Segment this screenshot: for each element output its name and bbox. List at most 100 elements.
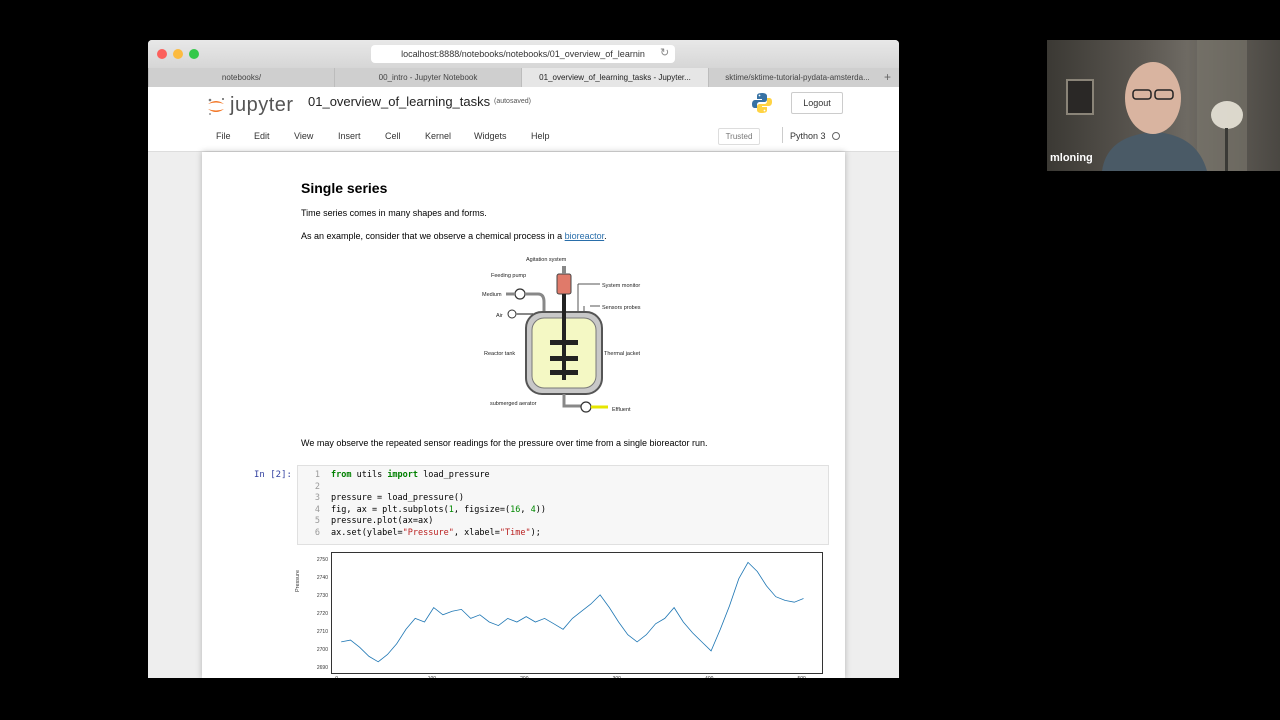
menu-bar: File Edit View Insert Cell Kernel Widget… — [148, 125, 899, 151]
label-medium: Medium — [482, 292, 502, 298]
address-bar[interactable]: localhost:8888/notebooks/notebooks/01_ov… — [371, 45, 675, 63]
label-reactor: Reactor tank — [484, 351, 515, 357]
kernel-separator — [782, 127, 783, 143]
pressure-chart — [341, 561, 804, 663]
effluent-pump-shape — [580, 401, 592, 413]
paragraph-example: As an example, consider that we observe … — [301, 231, 607, 241]
title-bar: localhost:8888/notebooks/notebooks/01_ov… — [148, 40, 899, 68]
code-line[interactable]: 5 pressure.plot(ax=ax) — [298, 516, 828, 528]
line-number: 6 — [314, 527, 320, 538]
code-line[interactable]: 4 fig, ax = plt.subplots(1, figsize=(16, … — [298, 505, 828, 517]
code-line[interactable]: 6 ax.set(ylabel="Pressure", xlabel="Time"… — [298, 528, 828, 540]
impeller-middle — [550, 356, 578, 361]
code-token: ax.set(ylabel= — [331, 527, 403, 538]
code-line[interactable]: 3 pressure = load_pressure() — [298, 493, 828, 505]
code-line[interactable]: 1 from utils import load_pressure — [298, 470, 828, 482]
y-tick-label: 2700 — [316, 646, 328, 653]
pressure-plot — [331, 552, 823, 674]
code-token: from — [331, 470, 352, 480]
impeller-top — [550, 340, 578, 345]
code-line[interactable]: 2 — [298, 482, 828, 494]
label-feeding: Feeding pump — [491, 273, 526, 279]
paragraph-pressure: We may observe the repeated sensor readi… — [301, 438, 708, 448]
line-number: 2 — [314, 481, 320, 492]
x-tick-label: 300 — [613, 676, 621, 678]
notebook-page: Single series Time series comes in many … — [202, 152, 845, 678]
code-token: , xlabel= — [453, 527, 500, 538]
y-tick-label: 2690 — [316, 665, 328, 671]
jupyter-swirl-icon — [208, 98, 224, 115]
notebook-name[interactable]: 01_overview_of_learning_tasks — [308, 94, 490, 109]
section-heading: Single series — [301, 180, 388, 196]
menu-view[interactable]: View — [294, 131, 313, 141]
kernel-name[interactable]: Python 3 — [790, 131, 826, 141]
line-number: 3 — [314, 493, 320, 503]
maximize-window-button[interactable] — [189, 49, 199, 59]
menu-file[interactable]: File — [216, 131, 231, 141]
line-number: 4 — [314, 504, 320, 515]
air-valve-shape — [507, 309, 517, 319]
paragraph-intro: Time series comes in many shapes and for… — [301, 208, 487, 218]
tab-sktime[interactable]: sktime/sktime-tutorial-pydata-amsterda..… — [708, 68, 886, 87]
menu-kernel[interactable]: Kernel — [425, 131, 451, 141]
motor-shape — [556, 273, 572, 295]
kernel-status-icon — [832, 132, 840, 140]
y-tick-label: 2730 — [316, 592, 328, 599]
menu-help[interactable]: Help — [531, 131, 550, 141]
code-token: pressure.plot(ax=ax) — [331, 516, 434, 526]
paragraph-example-end: . — [604, 231, 607, 241]
menu-widgets[interactable]: Widgets — [474, 131, 507, 141]
x-tick-label: 400 — [705, 676, 713, 678]
menu-edit[interactable]: Edit — [254, 131, 270, 141]
menu-cell[interactable]: Cell — [385, 131, 401, 141]
pressure-series-line — [341, 561, 804, 663]
code-token: load_pressure — [418, 470, 490, 480]
motor-cap — [562, 266, 566, 274]
trusted-badge[interactable]: Trusted — [718, 128, 760, 145]
code-text: pressure.plot(ax=ax) — [331, 516, 433, 528]
tab-overview[interactable]: 01_overview_of_learning_tasks - Jupyter.… — [521, 68, 708, 87]
y-tick-label: 2710 — [316, 628, 328, 635]
logout-button[interactable]: Logout — [791, 92, 843, 114]
code-token: "Pressure" — [402, 527, 454, 538]
line-number: 5 — [314, 516, 320, 526]
label-system-monitor: System monitor — [602, 283, 640, 289]
code-token: )) — [535, 504, 546, 515]
tab-notebooks[interactable]: notebooks/ — [148, 68, 334, 87]
jupyter-header: jupyter 01_overview_of_learning_tasks (a… — [148, 87, 899, 152]
tab-bar: notebooks/ 00_intro - Jupyter Notebook 0… — [148, 68, 899, 88]
code-token: pressure = load_pressure() — [331, 493, 465, 503]
code-token: fig, ax = plt.subplots( — [331, 504, 449, 515]
jupyter-wordmark: jupyter — [230, 94, 294, 116]
python-logo-icon — [752, 93, 772, 113]
y-tick-label: 2750 — [316, 556, 328, 563]
code-text: fig, ax = plt.subplots(1, figsize=(16, 4… — [331, 505, 546, 517]
y-tick-label: 2720 — [316, 610, 328, 617]
minimize-window-button[interactable] — [173, 49, 183, 59]
new-tab-icon[interactable]: + — [884, 70, 891, 84]
cell-prompt: In [2]: — [254, 470, 292, 480]
code-cell[interactable]: 1 from utils import load_pressure 2 3 pressu… — [297, 465, 829, 545]
x-tick-label: 200 — [520, 676, 528, 678]
participant-name: mloning — [1050, 152, 1093, 164]
code-text: from utils import load_pressure — [331, 470, 490, 482]
label-agitation: Agitation system — [526, 257, 567, 263]
close-window-button[interactable] — [157, 49, 167, 59]
x-tick-label: 0 — [335, 676, 338, 678]
agitator-shaft — [562, 294, 566, 380]
code-token: "Time" — [499, 527, 531, 538]
code-token: , — [520, 504, 531, 515]
y-axis-label: Pressure — [295, 569, 301, 592]
code-text: pressure = load_pressure() — [331, 493, 464, 505]
x-tick-label: 500 — [798, 676, 806, 678]
jupyter-logo[interactable]: jupyter — [206, 94, 296, 118]
bioreactor-link[interactable]: bioreactor — [565, 231, 605, 241]
feeding-pump-shape — [514, 288, 526, 300]
tab-intro[interactable]: 00_intro - Jupyter Notebook — [334, 68, 521, 87]
code-token: import — [387, 470, 419, 480]
reload-icon[interactable]: ↻ — [660, 46, 669, 59]
label-sensors: Sensors probes — [602, 305, 641, 311]
label-air: Air — [496, 313, 503, 319]
menu-insert[interactable]: Insert — [338, 131, 361, 141]
browser-window: localhost:8888/notebooks/notebooks/01_ov… — [148, 40, 899, 678]
